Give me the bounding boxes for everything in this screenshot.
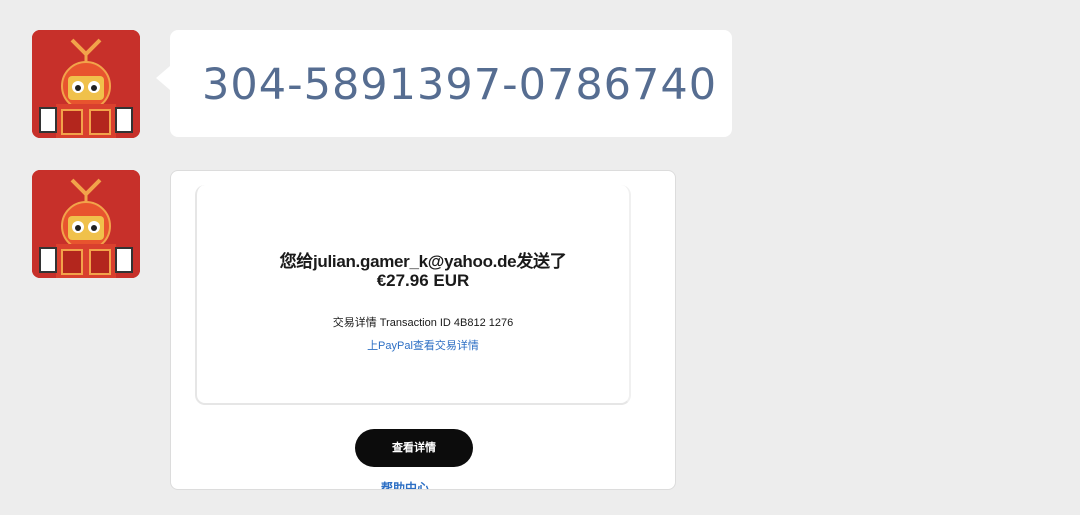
- sender-avatar[interactable]: [32, 30, 140, 138]
- bubble-tail: [156, 66, 170, 90]
- payment-recipient-text: 您给julian.gamer_k@yahoo.de发送了: [279, 252, 567, 271]
- payment-amount-text: €27.96 EUR: [376, 271, 470, 290]
- receipt-panel: [195, 185, 631, 405]
- sender-avatar[interactable]: [32, 170, 140, 278]
- image-message-card[interactable]: 您给julian.gamer_k@yahoo.de发送了 €27.96 EUR …: [170, 170, 676, 490]
- order-number-text[interactable]: 304-5891397-0786740: [202, 60, 717, 110]
- transaction-details-text: 交易详情 Transaction ID 4B812 1276: [332, 317, 514, 329]
- text-message-bubble[interactable]: 304-5891397-0786740: [156, 30, 732, 137]
- red-robot-avatar-icon: [32, 170, 140, 278]
- transaction-link-text: 上PayPal查看交易详情: [367, 340, 479, 352]
- view-details-button: 查看详情: [355, 429, 473, 467]
- red-robot-avatar-icon: [32, 30, 140, 138]
- help-link-text: 帮助中心: [381, 481, 430, 490]
